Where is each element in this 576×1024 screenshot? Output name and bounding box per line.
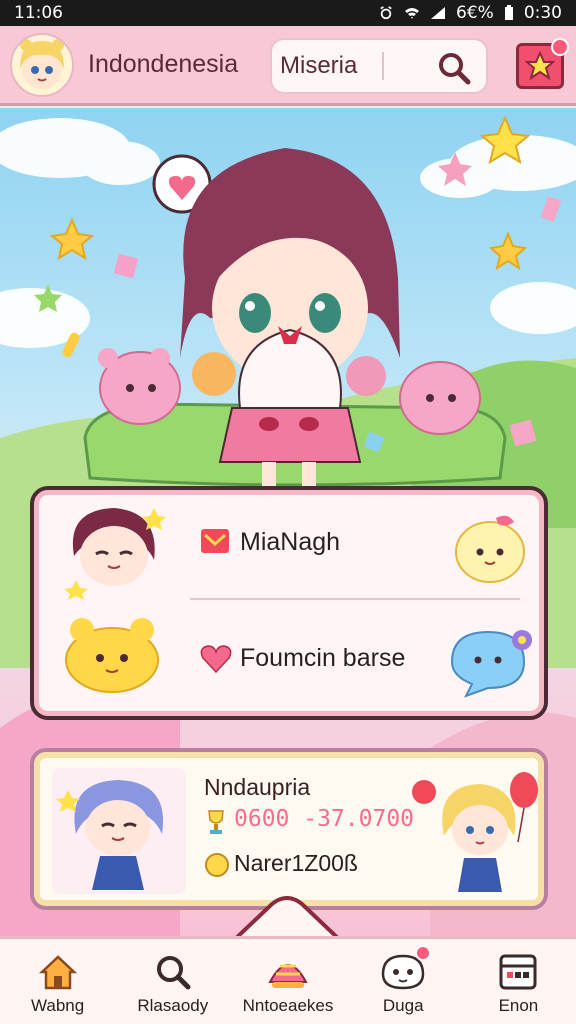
friends-card: MiaNagh Foumcin barse (30, 486, 548, 720)
battery-percent: 6€% (456, 3, 494, 23)
player-coins: Narer1Z00ß (234, 850, 358, 876)
mail-icon (201, 529, 229, 553)
nav-search-label: Rlasaody (137, 996, 209, 1015)
search-icon (156, 956, 191, 990)
companion-character (412, 772, 538, 892)
nav-notification-badge (414, 945, 431, 961)
status-time: 11:06 (14, 3, 63, 23)
nav-inventory-label: Enon (498, 996, 539, 1015)
wifi-icon (405, 8, 420, 19)
game-title: Indondenesia (88, 50, 239, 78)
bottom-nav: Wabng Rlasaody Nntoeaekes Duga Enon (0, 936, 576, 1024)
friend-avatar-1 (64, 508, 166, 600)
portrait-art (56, 780, 164, 890)
search-icon[interactable] (436, 50, 472, 86)
star-icon (525, 51, 555, 81)
battery-icon (504, 5, 513, 20)
nav-inventory[interactable]: Enon (461, 939, 576, 1024)
nav-friends-label: Duga (382, 996, 424, 1015)
signal-icon (431, 7, 446, 19)
nav-friends[interactable]: Duga (346, 939, 461, 1024)
heart-icon (200, 645, 232, 674)
friend-avatar-2 (65, 618, 159, 693)
favorites-button[interactable] (516, 38, 569, 89)
status-icons: 6€% 0:30 (378, 3, 562, 23)
player-name: Nndaupria (204, 774, 311, 800)
status-bar: 11:06 6€% 0:30 (0, 0, 576, 26)
trophy-icon (208, 810, 224, 834)
nav-notes-label: Nntoeaekes (242, 996, 334, 1015)
search-box (270, 38, 488, 94)
search-divider (382, 52, 384, 80)
inventory-icon (499, 954, 537, 990)
app-header: Indondenesia (0, 26, 576, 106)
player-avatar[interactable] (10, 32, 74, 97)
home-icon (38, 955, 77, 990)
nav-home-label: Wabng (30, 996, 85, 1015)
alarm-icon (380, 6, 392, 20)
notification-badge (551, 38, 569, 56)
shell-icon (268, 964, 308, 988)
status-clock: 0:30 (523, 3, 562, 23)
player-card: Nndaupria 0600 -37.0700 Narer1Z00ß (30, 748, 548, 910)
search-input[interactable] (280, 52, 380, 80)
blue-pet-icon (450, 630, 532, 698)
friend-name-1[interactable]: MiaNagh (240, 528, 340, 557)
card-divider (190, 598, 520, 600)
nav-notes[interactable]: Nntoeaekes (230, 939, 345, 1024)
bunny-pet-icon (455, 515, 525, 583)
player-portrait[interactable] (52, 768, 186, 894)
avatar-portrait (20, 38, 64, 89)
nav-search[interactable]: Rlasaody (115, 939, 230, 1024)
coin-icon (205, 853, 229, 877)
nav-home[interactable]: Wabng (0, 939, 115, 1024)
friend-name-2[interactable]: Foumcin barse (240, 644, 405, 673)
player-score: 0600 -37.0700 (234, 806, 415, 832)
